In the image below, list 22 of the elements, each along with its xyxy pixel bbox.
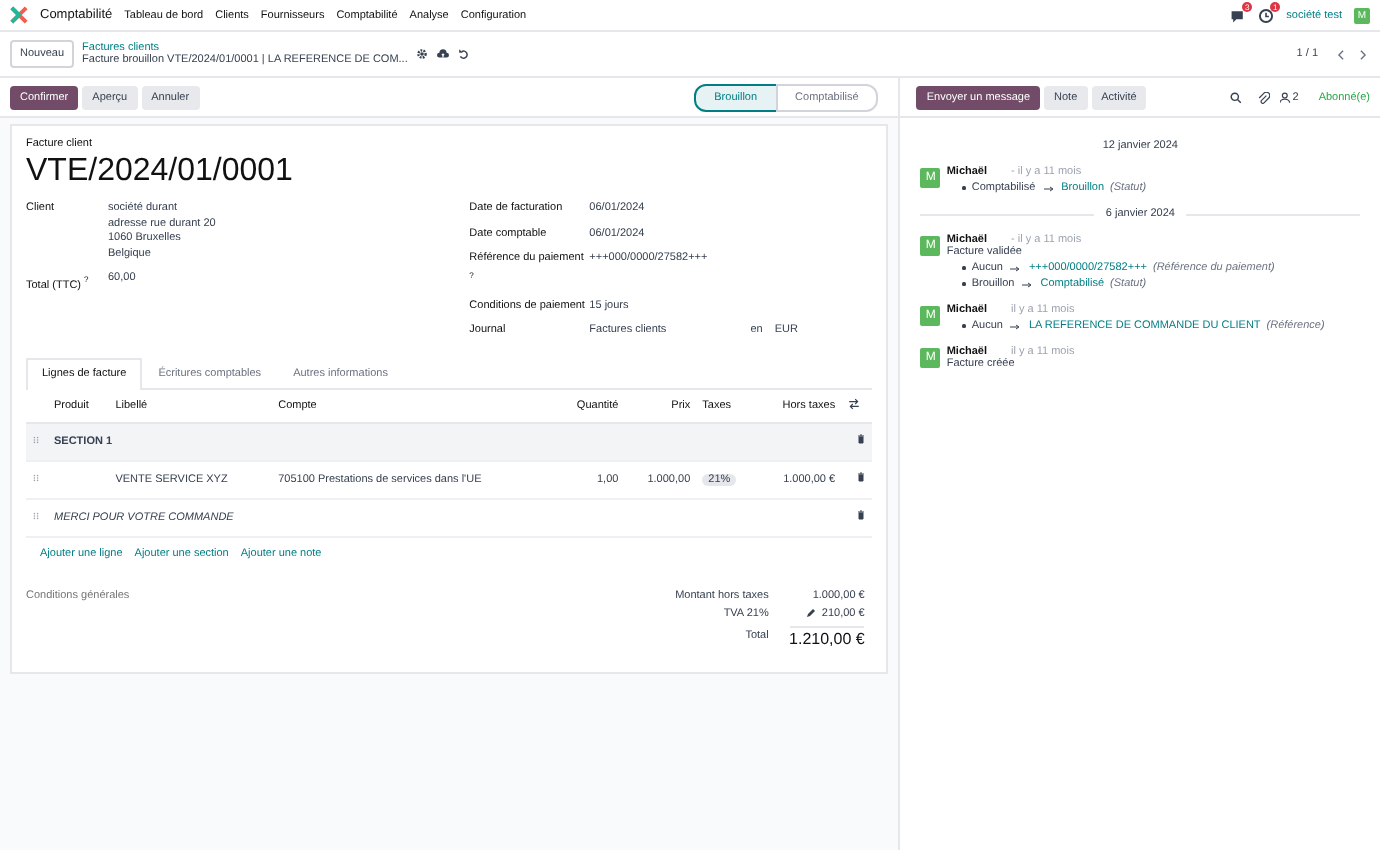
cloud-upload-icon[interactable] bbox=[435, 48, 450, 60]
chat-icon[interactable] bbox=[1230, 7, 1247, 23]
paperclip-icon[interactable] bbox=[1258, 91, 1271, 103]
trash-icon[interactable] bbox=[856, 434, 867, 445]
gear-icon[interactable] bbox=[415, 48, 428, 60]
search-icon[interactable] bbox=[1230, 91, 1243, 103]
logo-icon bbox=[10, 6, 28, 24]
arrow-icon bbox=[1008, 263, 1023, 273]
arrow-icon bbox=[1008, 321, 1023, 331]
pencil-icon[interactable] bbox=[805, 608, 816, 619]
chevron-left-icon[interactable] bbox=[1334, 47, 1348, 61]
undo-icon[interactable] bbox=[457, 48, 470, 60]
arrow-icon bbox=[1020, 279, 1035, 289]
trash-icon[interactable] bbox=[856, 472, 867, 483]
chevron-right-icon[interactable] bbox=[1356, 47, 1370, 61]
followers-icon[interactable] bbox=[1280, 91, 1293, 103]
trash-icon[interactable] bbox=[856, 510, 867, 521]
column-settings-icon[interactable] bbox=[847, 397, 860, 410]
arrow-icon bbox=[1041, 183, 1056, 193]
clock-icon[interactable] bbox=[1258, 7, 1275, 23]
invoice-number: VTE/2024/01/0001 bbox=[26, 154, 295, 190]
total-value: 1.210,00 € bbox=[789, 625, 865, 648]
